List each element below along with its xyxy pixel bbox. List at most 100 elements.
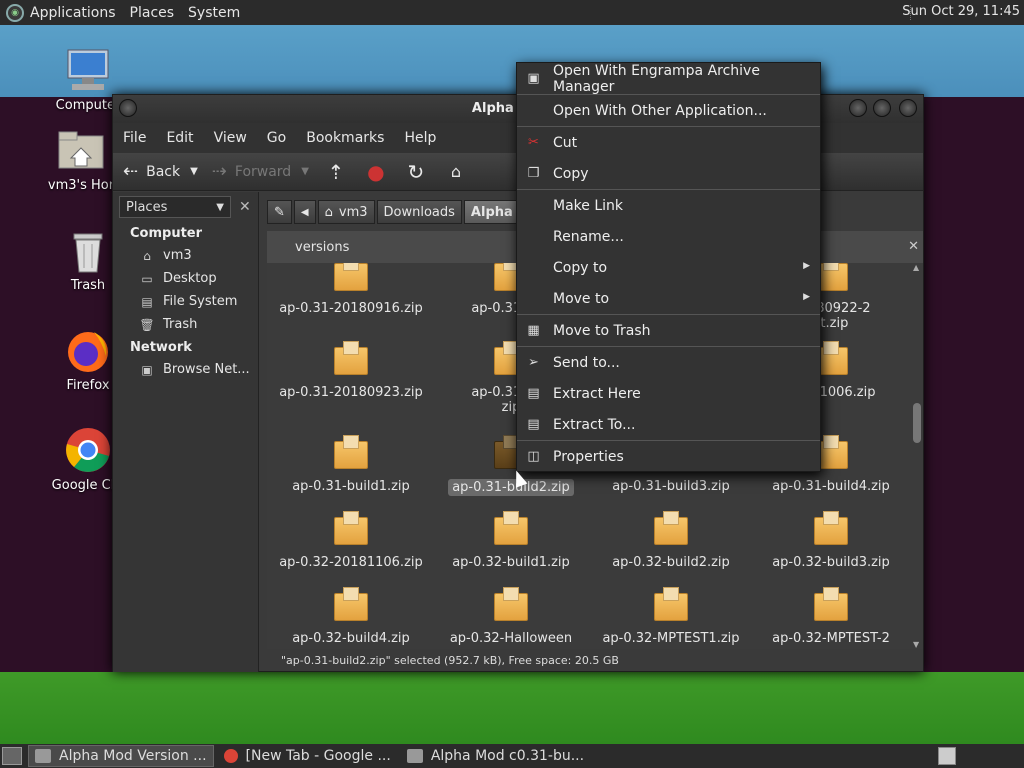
file-item[interactable]: ap-0.32-MPTEST1.zip (591, 587, 751, 646)
edit-location-icon[interactable]: ✎ (267, 200, 292, 224)
path-back-arrow-icon[interactable]: ◀ (293, 200, 316, 224)
context-item-move-to-trash[interactable]: ▦ Move to Trash (517, 315, 820, 346)
menu-help[interactable]: Help (404, 130, 436, 146)
context-item-label: Extract Here (553, 385, 641, 402)
vertical-scrollbar[interactable]: ▲ ▼ (911, 263, 923, 649)
places-header: Places ▼ ✕ (113, 192, 258, 222)
sidebar-item-filesystem[interactable]: ▤ File System (113, 290, 258, 313)
task-archive-manager[interactable]: Alpha Mod c0.31-bu... (401, 745, 590, 767)
back-arrow-icon: ⇠ (123, 161, 139, 182)
context-item-open-with-other-application[interactable]: Open With Other Application... (517, 95, 820, 126)
file-item[interactable]: ap-0.31-20180923.zip (271, 341, 431, 400)
home-folder-icon: ⌂ (324, 204, 333, 220)
sidebar-item-trash[interactable]: 🗑 Trash (113, 313, 258, 336)
system-menu[interactable]: System (188, 5, 240, 21)
file-label: ap-0.32-build2.zip (612, 555, 730, 570)
file-label: ap-0.31-build2.zip (448, 479, 574, 496)
menu-bookmarks[interactable]: Bookmarks (306, 130, 384, 146)
places-menu[interactable]: Places (130, 5, 175, 21)
scroll-down-icon[interactable]: ▼ (913, 640, 919, 649)
context-item-label: Properties (553, 448, 624, 465)
back-history-dropdown-icon[interactable]: ▼ (190, 166, 198, 177)
file-item[interactable]: ap-0.31-20180916.zip (271, 263, 431, 316)
context-item-move-to[interactable]: Move to ▶ (517, 283, 820, 314)
up-icon[interactable]: ⇡ (323, 159, 349, 185)
zip-archive-icon (334, 341, 368, 375)
task-chrome[interactable]: [New Tab - Google ... (218, 745, 397, 767)
context-item-make-link[interactable]: Make Link (517, 190, 820, 221)
file-label: ap-0.32-MPTEST-2 (772, 631, 890, 646)
close-sidebar-icon[interactable]: ✕ (239, 199, 251, 215)
workspace-switcher[interactable] (938, 747, 956, 765)
context-item-label: Move to Trash (553, 322, 651, 339)
file-item[interactable]: ap-0.32-20181106.zip (271, 511, 431, 570)
file-item[interactable]: ap-0.32-build4.zip (271, 587, 431, 646)
infobar-text: versions (295, 239, 350, 255)
zip-archive-icon (494, 587, 528, 621)
menu-go[interactable]: Go (267, 130, 286, 146)
scrollbar-thumb[interactable] (913, 403, 921, 443)
context-item-send-to[interactable]: ➢ Send to... (517, 347, 820, 378)
show-desktop-icon[interactable] (2, 747, 22, 765)
scroll-up-icon[interactable]: ▲ (913, 263, 919, 272)
menu-edit[interactable]: Edit (166, 130, 193, 146)
back-label: Back (146, 163, 181, 180)
sidebar-item-desktop[interactable]: ▭ Desktop (113, 267, 258, 290)
menu-view[interactable]: View (214, 130, 247, 146)
breadcrumb-downloads[interactable]: Downloads (376, 200, 462, 224)
clock[interactable]: Sun Oct 29, 11:45 (902, 4, 1020, 19)
menu-file[interactable]: File (123, 130, 146, 146)
distro-logo-icon[interactable]: ◉ (6, 3, 24, 22)
file-label: ap-0.32-build4.zip (292, 631, 410, 646)
file-label: ap-0.32-build1.zip (452, 555, 570, 570)
stop-icon[interactable]: ● (363, 159, 389, 185)
context-item-copy[interactable]: ❐ Copy (517, 158, 820, 189)
forward-history-dropdown-icon[interactable]: ▼ (301, 166, 309, 177)
back-button[interactable]: ⇠ Back ▼ (123, 161, 198, 182)
places-combo[interactable]: Places ▼ (119, 196, 231, 218)
extract-icon: ▤ (527, 417, 540, 432)
file-item[interactable]: ap-0.31-build1.zip (271, 435, 431, 494)
file-item[interactable]: ap-0.32-build3.zip (751, 511, 911, 570)
sidebar-item-browse-network[interactable]: ▣ Browse Net... (113, 358, 258, 381)
context-item-extract-to[interactable]: ▤ Extract To... (517, 409, 820, 440)
file-label: ap-0.31-build3.zip (612, 479, 730, 494)
context-menu: ▣ Open With Engrampa Archive Manager Open … (516, 62, 821, 472)
forward-button[interactable]: ⇢ Forward ▼ (212, 161, 309, 182)
context-item-extract-here[interactable]: ▤ Extract Here (517, 378, 820, 409)
zip-archive-icon (334, 587, 368, 621)
properties-icon: ◫ (527, 449, 540, 464)
context-item-cut[interactable]: ✂ Cut (517, 127, 820, 158)
maximize-button[interactable] (873, 99, 891, 117)
file-item[interactable]: ap-0.32-MPTEST-2 (751, 587, 911, 646)
trash-icon (64, 226, 112, 274)
task-file-manager[interactable]: Alpha Mod Version ... (28, 745, 214, 767)
context-item-label: Make Link (553, 197, 623, 214)
minimize-button[interactable] (849, 99, 867, 117)
breadcrumb-alpha[interactable]: Alpha (463, 200, 520, 224)
reload-icon[interactable]: ↻ (403, 159, 429, 185)
file-item[interactable]: ap-0.32-Halloween (431, 587, 591, 646)
drive-icon: ▤ (141, 294, 153, 309)
archive-manager-icon: ▣ (527, 71, 540, 86)
applications-menu[interactable]: Applications (30, 5, 116, 21)
trash-icon: ▦ (527, 323, 540, 338)
desktop-grass (0, 672, 1024, 744)
context-item-rename[interactable]: Rename... (517, 221, 820, 252)
context-item-copy-to[interactable]: Copy to ▶ (517, 252, 820, 283)
file-item[interactable]: ap-0.32-build2.zip (591, 511, 751, 570)
close-infobar-icon[interactable]: ✕ (908, 239, 919, 254)
home-icon[interactable]: ⌂ (443, 159, 469, 185)
zip-archive-icon (334, 263, 368, 291)
breadcrumb-vm3[interactable]: ⌂ vm3 (317, 200, 375, 224)
breadcrumb-label: Downloads (383, 204, 455, 220)
context-item-open-with-engrampa-archive-manager[interactable]: ▣ Open With Engrampa Archive Manager (517, 63, 820, 95)
context-item-properties[interactable]: ◫ Properties (517, 441, 820, 472)
close-button[interactable] (899, 99, 917, 117)
file-item[interactable]: ap-0.32-build1.zip (431, 511, 591, 570)
context-item-label: Rename... (553, 228, 624, 245)
extract-icon: ▤ (527, 386, 540, 401)
forward-arrow-icon: ⇢ (211, 161, 227, 182)
sidebar-item-vm3[interactable]: ⌂ vm3 (113, 244, 258, 267)
sidebar-item-label: File System (163, 294, 238, 309)
